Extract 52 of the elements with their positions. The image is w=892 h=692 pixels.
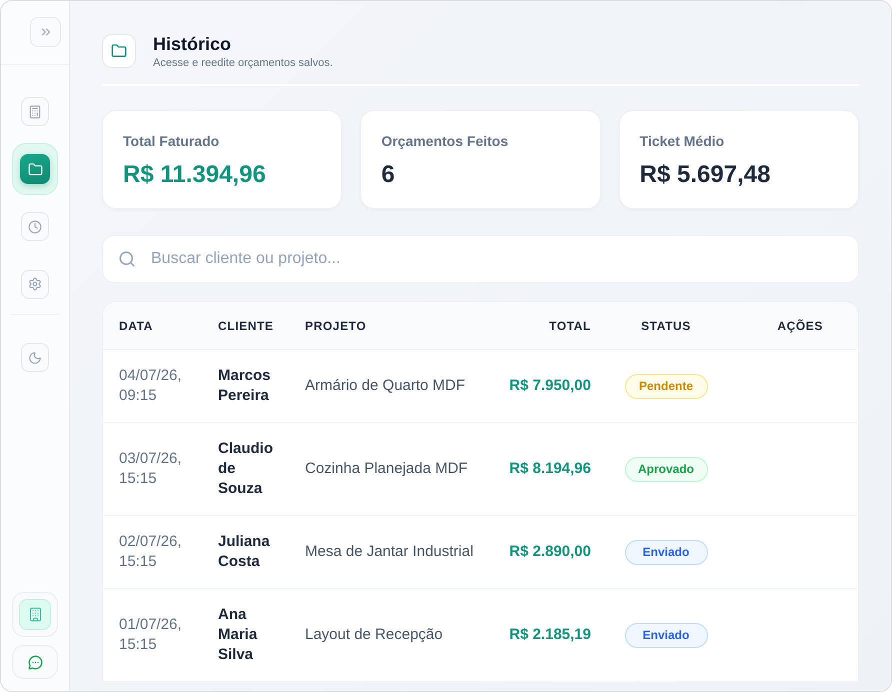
total-value: R$ 2.185,19 — [509, 626, 591, 643]
search-field[interactable]: Buscar cliente ou projeto... — [102, 235, 859, 283]
folder-icon — [102, 34, 136, 68]
search-icon — [118, 250, 136, 268]
chat-icon — [28, 654, 42, 670]
page-title: Histórico — [153, 32, 232, 54]
nav-button[interactable] — [21, 270, 49, 299]
column-header: AÇÕES — [777, 318, 823, 332]
total-value: R$ 8.194,96 — [509, 460, 591, 477]
client-name: Claudio de Souza — [218, 440, 273, 497]
date-text: 01/07/26, 15:15 — [119, 616, 182, 653]
project-name: Cozinha Planejada MDF — [305, 460, 468, 477]
column-header: PROJETO — [305, 318, 366, 332]
column-header: DATA — [119, 318, 153, 332]
stat-label: Total Faturado — [123, 132, 220, 150]
theme-toggle-button[interactable] — [21, 343, 49, 372]
calculator-icon — [28, 104, 42, 119]
stat-label: Orçamentos Feitos — [381, 132, 508, 150]
folder-icon — [20, 154, 50, 184]
building-icon — [19, 599, 51, 630]
project-name: Layout de Recepção — [305, 626, 443, 643]
project-name: Mesa de Jantar Industrial — [305, 543, 474, 560]
page-subtitle: Acesse e reedite orçamentos salvos. — [153, 56, 333, 70]
stat-value: 6 — [381, 160, 395, 190]
client-name: Juliana Costa — [218, 533, 270, 570]
stat-value: R$ 11.394,96 — [123, 160, 266, 190]
stat-value: R$ 5.697,48 — [640, 160, 770, 190]
chat-button[interactable] — [12, 645, 58, 679]
settings-icon — [28, 277, 42, 292]
date-text: 04/07/26, 09:15 — [119, 367, 182, 404]
status-badge: Enviado — [624, 622, 708, 648]
status-badge: Pendente — [624, 374, 708, 398]
nav-button[interactable] — [12, 143, 58, 196]
status-badge: Aprovado — [624, 456, 708, 482]
column-header: STATUS — [641, 318, 691, 332]
total-value: R$ 7.950,00 — [509, 377, 591, 394]
status-badge: Enviado — [624, 540, 708, 564]
moon-icon — [28, 350, 42, 365]
collapse-button[interactable] — [30, 17, 61, 47]
column-header: CLIENTE — [218, 318, 274, 332]
project-name: Armário de Quarto MDF — [305, 377, 466, 394]
client-name: Ana Maria Silva — [218, 606, 258, 663]
nav-button[interactable] — [21, 212, 49, 242]
date-text: 03/07/26, 15:15 — [119, 450, 182, 487]
stat-label: Ticket Médio — [640, 132, 724, 150]
client-name: Marcos Pereira — [218, 367, 271, 404]
nav-button[interactable] — [21, 97, 49, 126]
date-text: 02/07/26, 15:15 — [119, 533, 182, 570]
company-button[interactable] — [12, 592, 58, 637]
total-value: R$ 2.890,00 — [509, 543, 591, 560]
clock-icon — [28, 220, 42, 234]
column-header: TOTAL — [549, 318, 591, 332]
